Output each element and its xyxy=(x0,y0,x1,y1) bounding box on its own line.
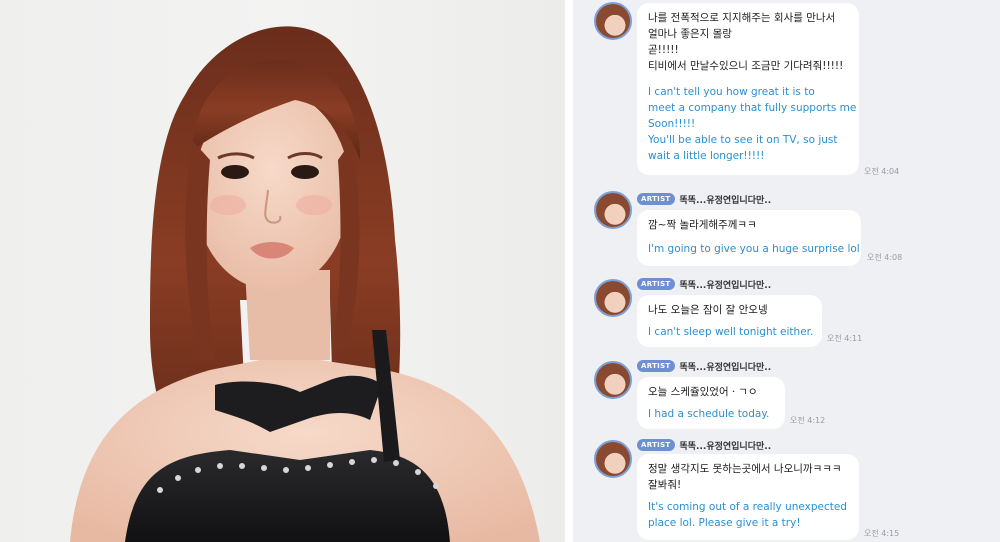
portrait-illustration xyxy=(70,26,540,542)
english-translation: Soon!!!!! xyxy=(648,118,696,130)
message-time: 오전 4:12 xyxy=(790,416,826,425)
message-bubble: 정말 생각지도 못하는곳에서 나오니까ㅋㅋㅋ 잘봐줘! It's coming … xyxy=(637,454,859,540)
english-translation: I can't tell you how great it is to xyxy=(648,86,815,98)
sender-name: 똑똑...유정연입니다만.. xyxy=(679,441,772,452)
korean-text: 나도 오늘은 잠이 잘 안오넹 xyxy=(648,304,768,316)
korean-text: 곧!!!!! xyxy=(648,44,679,56)
message-bubble: 나도 오늘은 잠이 잘 안오넹 I can't sleep well tonig… xyxy=(637,295,822,347)
message-time: 오전 4:15 xyxy=(864,529,900,538)
english-translation: I'm going to give you a huge surprise lo… xyxy=(648,243,860,255)
sender-header: ARTIST 똑똑...유정연입니다만.. xyxy=(637,192,771,206)
artist-badge: ARTIST xyxy=(637,193,675,205)
sender-header: ARTIST 똑똑...유정연입니다만.. xyxy=(637,277,771,291)
sender-name: 똑똑...유정연입니다만.. xyxy=(679,280,772,291)
avatar[interactable] xyxy=(594,361,632,399)
artist-badge: ARTIST xyxy=(637,360,675,372)
message-bubble: 깜~짝 놀라게해주께ㅋㅋ I'm going to give you a hug… xyxy=(637,210,861,266)
korean-text: 오늘 스케쥴있었어ㆍㄱㅇ xyxy=(648,386,758,398)
english-translation: It's coming out of a really unexpected xyxy=(648,501,847,513)
avatar[interactable] xyxy=(594,279,632,317)
korean-text: 얼마나 좋은지 몰랑 xyxy=(648,28,732,40)
message-bubble: 오늘 스케쥴있었어ㆍㄱㅇ I had a schedule today. xyxy=(637,377,785,429)
portrait-photo xyxy=(0,0,565,542)
sender-header: ARTIST 똑똑...유정연입니다만.. xyxy=(637,438,771,452)
english-translation: meet a company that fully supports me xyxy=(648,102,857,114)
message-time: 오전 4:08 xyxy=(867,253,903,262)
artist-badge: ARTIST xyxy=(637,439,675,451)
korean-text: 잘봐줘! xyxy=(648,479,682,491)
korean-text: 정말 생각지도 못하는곳에서 나오니까ㅋㅋㅋ xyxy=(648,463,842,475)
english-translation: place lol. Please give it a try! xyxy=(648,517,801,529)
sender-name: 똑똑...유정연입니다만.. xyxy=(679,195,772,206)
avatar[interactable] xyxy=(594,191,632,229)
chat-screenshot: 나를 전폭적으로 지지해주는 회사를 만나서 얼마나 좋은지 몰랑 곧!!!!!… xyxy=(573,0,1000,542)
korean-text: 나를 전폭적으로 지지해주는 회사를 만나서 xyxy=(648,12,836,24)
panel-divider xyxy=(565,0,573,542)
korean-text: 깜~짝 놀라게해주께ㅋㅋ xyxy=(648,219,757,231)
english-translation: wait a little longer!!!!! xyxy=(648,150,765,162)
english-translation: You'll be able to see it on TV, so just xyxy=(648,134,838,146)
artist-badge: ARTIST xyxy=(637,278,675,290)
english-translation: I had a schedule today. xyxy=(648,408,770,420)
korean-text: 티비에서 만날수있으니 조금만 기다려줘!!!!! xyxy=(648,60,844,72)
message-bubble: 나를 전폭적으로 지지해주는 회사를 만나서 얼마나 좋은지 몰랑 곧!!!!!… xyxy=(637,3,859,175)
sender-name: 똑똑...유정연입니다만.. xyxy=(679,362,772,373)
sender-header: ARTIST 똑똑...유정연입니다만.. xyxy=(637,359,771,373)
message-time: 오전 4:11 xyxy=(827,334,863,343)
english-translation: I can't sleep well tonight either. xyxy=(648,326,814,338)
avatar[interactable] xyxy=(594,2,632,40)
avatar[interactable] xyxy=(594,440,632,478)
message-time: 오전 4:04 xyxy=(864,167,900,176)
